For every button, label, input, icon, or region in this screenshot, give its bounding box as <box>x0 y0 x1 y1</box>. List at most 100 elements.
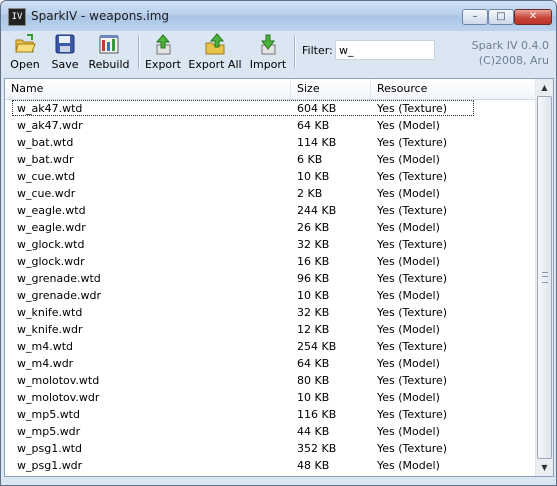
table-row[interactable]: w_cue.wtd 10 KB Yes (Texture) <box>5 168 535 185</box>
import-button[interactable]: Import <box>248 33 288 71</box>
import-label: Import <box>249 58 287 71</box>
column-header-resource[interactable]: Resource <box>371 79 535 99</box>
cell-size: 96 KB <box>297 272 330 285</box>
minimize-icon: – <box>472 11 478 22</box>
cell-resource: Yes (Model) <box>377 323 440 336</box>
cell-name: w_mp5.wtd <box>17 408 80 421</box>
cell-size: 44 KB <box>297 425 330 438</box>
toolbar-separator <box>294 35 296 69</box>
cell-size: 116 KB <box>297 408 337 421</box>
rebuild-button[interactable]: Rebuild <box>86 33 132 71</box>
table-row[interactable]: w_m4.wtd 254 KB Yes (Texture) <box>5 338 535 355</box>
table-row[interactable]: w_grenade.wtd 96 KB Yes (Texture) <box>5 270 535 287</box>
cell-name: w_m4.wdr <box>17 357 74 370</box>
cell-name: w_psg1.wdr <box>17 459 83 472</box>
cell-resource: Yes (Texture) <box>377 170 448 183</box>
brand-version: Spark IV 0.4.0 <box>471 39 549 52</box>
vertical-scrollbar[interactable]: ▲ ▼ <box>535 79 553 476</box>
minimize-button[interactable]: – <box>462 9 488 25</box>
cell-size: 32 KB <box>297 306 330 319</box>
cell-size: 26 KB <box>297 221 330 234</box>
cell-size: 12 KB <box>297 323 330 336</box>
rebuild-icon <box>99 35 119 54</box>
file-list[interactable]: Name Size Resource w_ak47.wtd 604 KB Yes (… <box>4 78 554 477</box>
table-row[interactable]: w_bat.wtd 114 KB Yes (Texture) <box>5 134 535 151</box>
window-title: SparkIV - weapons.img <box>31 9 169 23</box>
cell-name: w_molotov.wdr <box>17 391 100 404</box>
table-row[interactable]: w_eagle.wtd 244 KB Yes (Texture) <box>5 202 535 219</box>
table-row[interactable]: w_knife.wdr 12 KB Yes (Model) <box>5 321 535 338</box>
title-bar[interactable]: IV SparkIV - weapons.img – □ ✕ <box>1 1 556 31</box>
cell-resource: Yes (Texture) <box>377 238 448 251</box>
cell-name: w_bat.wtd <box>17 136 74 149</box>
cell-name: w_ak47.wtd <box>17 102 83 115</box>
table-row[interactable]: w_molotov.wdr 10 KB Yes (Model) <box>5 389 535 406</box>
table-row[interactable]: w_mp5.wdr 44 KB Yes (Model) <box>5 423 535 440</box>
table-row[interactable]: w_molotov.wtd 80 KB Yes (Texture) <box>5 372 535 389</box>
app-window: IV SparkIV - weapons.img – □ ✕ Open Save <box>0 0 557 486</box>
cell-resource: Yes (Model) <box>377 119 440 132</box>
save-button[interactable]: Save <box>51 33 79 71</box>
cell-name: w_cue.wdr <box>17 187 76 200</box>
table-row[interactable]: w_glock.wdr 16 KB Yes (Model) <box>5 253 535 270</box>
cell-resource: Yes (Texture) <box>377 340 448 353</box>
table-row[interactable]: w_ak47.wdr 64 KB Yes (Model) <box>5 117 535 134</box>
cell-resource: Yes (Model) <box>377 357 440 370</box>
table-row[interactable]: w_psg1.wdr 48 KB Yes (Model) <box>5 457 535 474</box>
cell-name: w_glock.wtd <box>17 238 85 251</box>
import-arrow-icon <box>261 34 276 55</box>
toolbar-separator <box>138 35 140 69</box>
scroll-up-arrow[interactable]: ▲ <box>536 79 553 96</box>
cell-resource: Yes (Model) <box>377 187 440 200</box>
table-row[interactable]: w_bat.wdr 6 KB Yes (Model) <box>5 151 535 168</box>
cell-resource: Yes (Texture) <box>377 102 448 115</box>
cell-size: 16 KB <box>297 255 330 268</box>
scroll-down-arrow[interactable]: ▼ <box>536 459 553 476</box>
scroll-thumb[interactable] <box>537 96 552 459</box>
column-header-name[interactable]: Name <box>5 79 291 99</box>
table-row[interactable]: w_mp5.wtd 116 KB Yes (Texture) <box>5 406 535 423</box>
cell-resource: Yes (Model) <box>377 459 440 472</box>
table-row[interactable]: w_glock.wtd 32 KB Yes (Texture) <box>5 236 535 253</box>
cell-size: 64 KB <box>297 357 330 370</box>
open-folder-icon <box>15 34 36 53</box>
cell-resource: Yes (Model) <box>377 153 440 166</box>
cell-size: 254 KB <box>297 340 337 353</box>
table-row[interactable]: w_cue.wdr 2 KB Yes (Model) <box>5 185 535 202</box>
export-button[interactable]: Export <box>144 33 182 71</box>
cell-resource: Yes (Model) <box>377 391 440 404</box>
brand-copyright: (C)2008, Aru <box>478 54 549 67</box>
filter-input[interactable] <box>335 40 435 60</box>
cell-resource: Yes (Model) <box>377 255 440 268</box>
save-label: Save <box>51 58 79 71</box>
filter-label: Filter: <box>302 44 333 57</box>
table-row[interactable]: w_eagle.wdr 26 KB Yes (Model) <box>5 219 535 236</box>
maximize-button[interactable]: □ <box>488 9 514 25</box>
table-row[interactable]: w_psg1.wtd 352 KB Yes (Texture) <box>5 440 535 457</box>
cell-name: w_m4.wtd <box>17 340 73 353</box>
cell-resource: Yes (Texture) <box>377 136 448 149</box>
scroll-grip-icon <box>542 272 548 283</box>
table-row[interactable]: w_grenade.wdr 10 KB Yes (Model) <box>5 287 535 304</box>
table-row[interactable]: w_m4.wdr 64 KB Yes (Model) <box>5 355 535 372</box>
cell-size: 6 KB <box>297 153 323 166</box>
cell-resource: Yes (Texture) <box>377 272 448 285</box>
cell-size: 10 KB <box>297 391 330 404</box>
export-all-button[interactable]: Export All <box>188 33 242 71</box>
close-button[interactable]: ✕ <box>514 9 552 25</box>
export-label: Export <box>144 58 181 71</box>
list-header: Name Size Resource <box>5 79 535 100</box>
app-icon[interactable]: IV <box>8 8 26 26</box>
brand-text: Spark IV 0.4.0 (C)2008, Aru <box>461 38 549 68</box>
column-header-size[interactable]: Size <box>291 79 371 99</box>
cell-resource: Yes (Texture) <box>377 204 448 217</box>
open-button[interactable]: Open <box>9 33 41 71</box>
cell-size: 32 KB <box>297 238 330 251</box>
cell-name: w_bat.wdr <box>17 153 74 166</box>
cell-size: 244 KB <box>297 204 337 217</box>
table-row[interactable]: w_ak47.wtd 604 KB Yes (Texture) <box>5 100 535 117</box>
table-row[interactable]: w_knife.wtd 32 KB Yes (Texture) <box>5 304 535 321</box>
cell-size: 80 KB <box>297 374 330 387</box>
cell-size: 10 KB <box>297 289 330 302</box>
cell-size: 64 KB <box>297 119 330 132</box>
